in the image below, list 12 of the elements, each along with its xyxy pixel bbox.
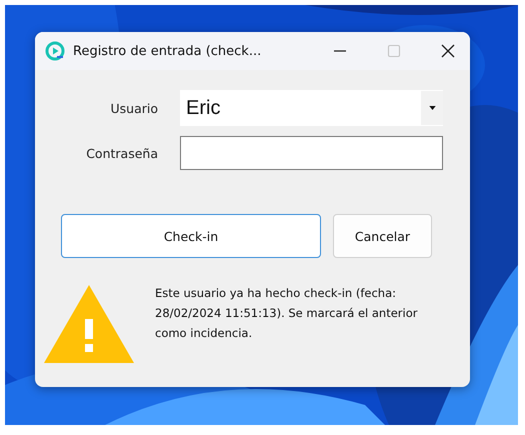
check-in-button[interactable]: Check-in xyxy=(61,214,321,258)
warning-message: Este usuario ya ha hecho check-in (fecha: 28/02/2024 11:51:13). Se marcará el anterior como incidencia. xyxy=(155,285,418,342)
password-field[interactable] xyxy=(180,136,443,170)
cancel-button[interactable]: Cancelar xyxy=(333,214,432,258)
warning-icon xyxy=(44,285,134,363)
field-label: Contraseña xyxy=(85,146,158,160)
field-label: Usuario xyxy=(109,100,158,116)
close-icon xyxy=(441,44,455,58)
app-logo-icon xyxy=(45,41,65,61)
maximize-icon xyxy=(387,44,401,58)
user-dropdown[interactable]: Eric xyxy=(180,90,443,126)
window-title: Registro de entrada (check... xyxy=(73,44,262,58)
